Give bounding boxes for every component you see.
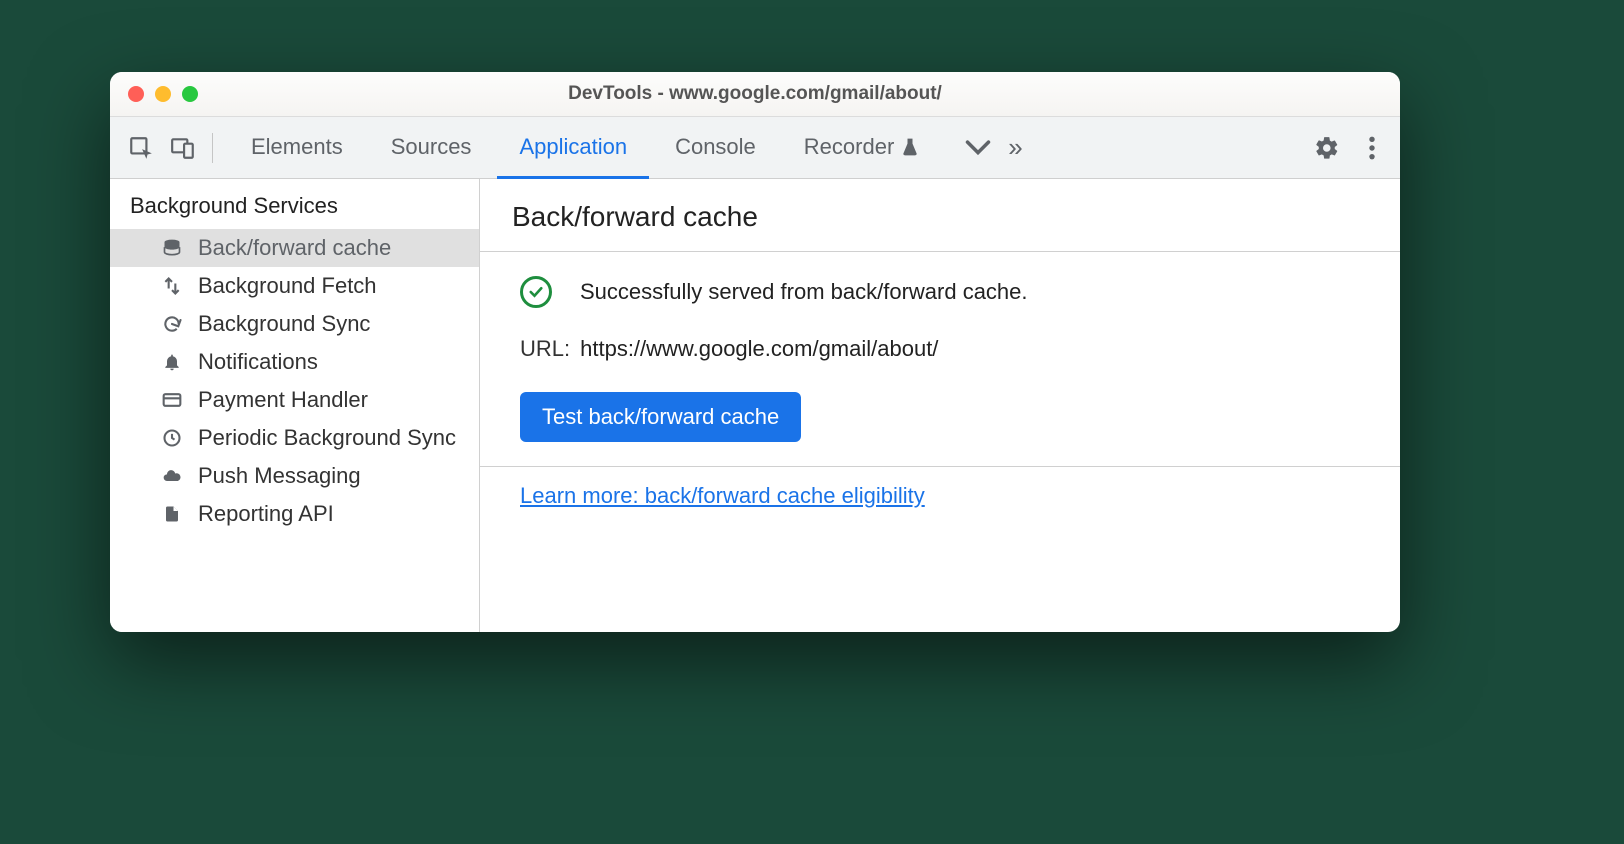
updown-icon: [160, 276, 184, 296]
file-icon: [160, 504, 184, 524]
url-value: https://www.google.com/gmail/about/: [580, 336, 938, 362]
sidebar-item-bg-fetch[interactable]: Background Fetch: [110, 267, 479, 305]
settings-button[interactable]: [1304, 135, 1350, 161]
status-row: Successfully served from back/forward ca…: [520, 276, 1360, 308]
sidebar-item-bg-sync[interactable]: Background Sync: [110, 305, 479, 343]
sidebar-item-label: Background Sync: [198, 311, 370, 337]
more-tabs-chevrons[interactable]: »: [994, 132, 1036, 163]
inspect-element-icon[interactable]: [124, 131, 158, 165]
device-toolbar-icon[interactable]: [166, 131, 200, 165]
sidebar-item-notifications[interactable]: Notifications: [110, 343, 479, 381]
tab-recorder-label: Recorder: [804, 134, 894, 160]
sidebar-item-push[interactable]: Push Messaging: [110, 457, 479, 495]
url-label: URL:: [520, 336, 570, 362]
window-controls: [128, 86, 198, 102]
url-row: URL: https://www.google.com/gmail/about/: [520, 336, 1360, 362]
sidebar-item-label: Notifications: [198, 349, 318, 375]
bell-icon: [160, 352, 184, 372]
content-area: Background Services Back/forward cache B…: [110, 179, 1400, 632]
tab-console[interactable]: Console: [653, 117, 778, 179]
tab-recorder[interactable]: Recorder: [782, 117, 942, 179]
close-window-button[interactable]: [128, 86, 144, 102]
card-icon: [160, 390, 184, 410]
sidebar-item-label: Background Fetch: [198, 273, 377, 299]
panel-heading: Back/forward cache: [480, 179, 1400, 252]
window-title: DevTools - www.google.com/gmail/about/: [110, 83, 1400, 105]
sidebar-item-payment[interactable]: Payment Handler: [110, 381, 479, 419]
status-text: Successfully served from back/forward ca…: [580, 279, 1028, 305]
cloud-icon: [160, 466, 184, 486]
tab-sources[interactable]: Sources: [369, 117, 494, 179]
toolbar: Elements Sources Application Console Rec…: [110, 117, 1400, 179]
flask-icon: [900, 137, 920, 157]
toolbar-divider: [212, 133, 213, 163]
main-panel: Back/forward cache Successfully served f…: [480, 179, 1400, 632]
test-bfcache-button[interactable]: Test back/forward cache: [520, 392, 801, 442]
sidebar-item-label: Periodic Background Sync: [198, 425, 456, 451]
sidebar-section-header: Background Services: [110, 179, 479, 229]
devtools-window: DevTools - www.google.com/gmail/about/ E…: [110, 72, 1400, 632]
sidebar-item-label: Back/forward cache: [198, 235, 391, 261]
success-check-icon: [520, 276, 552, 308]
database-icon: [160, 238, 184, 258]
sidebar-item-label: Reporting API: [198, 501, 334, 527]
sidebar: Background Services Back/forward cache B…: [110, 179, 480, 632]
sidebar-item-label: Push Messaging: [198, 463, 361, 489]
sidebar-item-periodic-sync[interactable]: Periodic Background Sync: [110, 419, 479, 457]
panel-tabs: Elements Sources Application Console Rec…: [229, 117, 942, 178]
tab-elements[interactable]: Elements: [229, 117, 365, 179]
zoom-window-button[interactable]: [182, 86, 198, 102]
clock-icon: [160, 428, 184, 448]
sidebar-item-bfcache[interactable]: Back/forward cache: [110, 229, 479, 267]
sync-icon: [160, 314, 184, 334]
more-options-button[interactable]: [1358, 135, 1386, 161]
tab-application[interactable]: Application: [497, 117, 649, 179]
titlebar: DevTools - www.google.com/gmail/about/: [110, 72, 1400, 117]
learn-more-link[interactable]: Learn more: back/forward cache eligibili…: [520, 483, 925, 508]
panel-footer: Learn more: back/forward cache eligibili…: [480, 467, 1400, 525]
sidebar-item-reporting[interactable]: Reporting API: [110, 495, 479, 533]
panel-body: Successfully served from back/forward ca…: [480, 252, 1400, 467]
sidebar-item-label: Payment Handler: [198, 387, 368, 413]
minimize-window-button[interactable]: [155, 86, 171, 102]
